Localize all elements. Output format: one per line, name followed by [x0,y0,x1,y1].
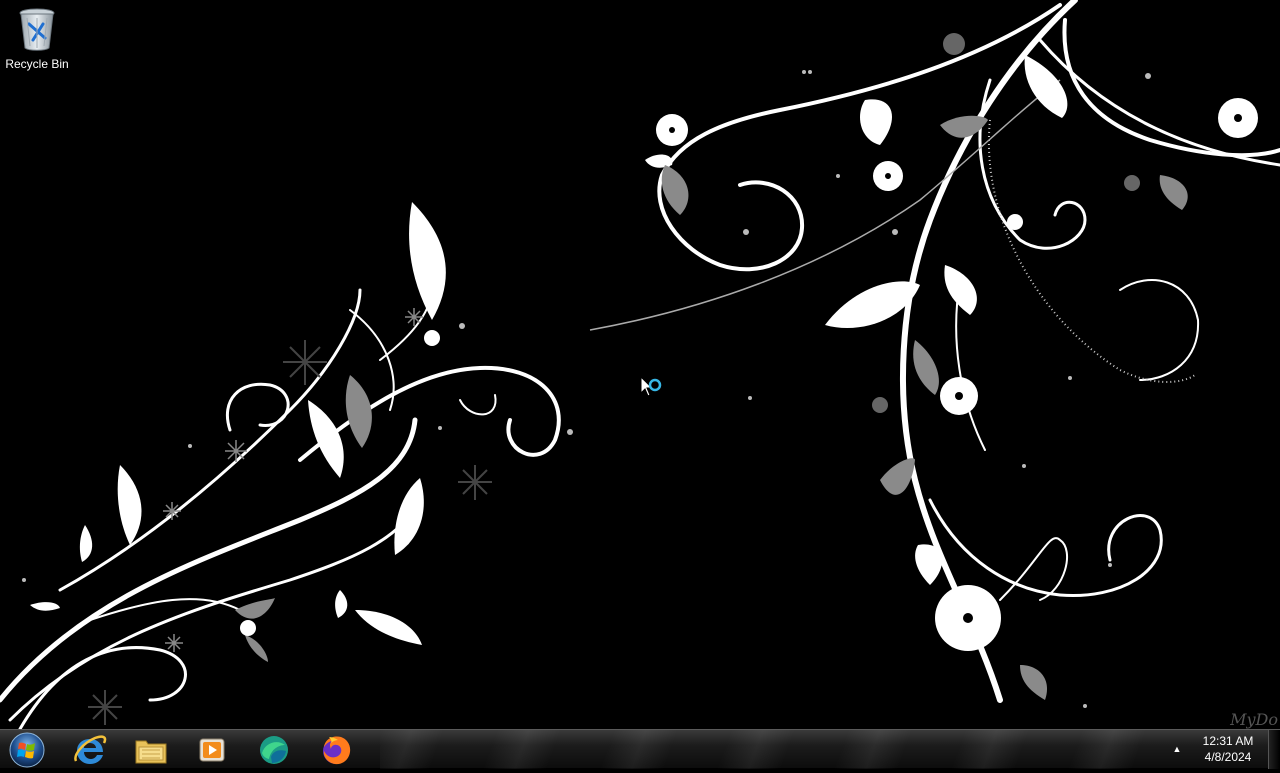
wallpaper-watermark: MyDo [1230,710,1278,729]
taskbar-texture [380,730,1160,769]
firefox-icon [323,735,351,764]
system-tray: ▲ 12:31 AM 4/8/2024 [1170,730,1280,769]
taskbar-pin-media-player[interactable] [186,731,238,768]
desktop-icon-recycle-bin[interactable]: Recycle Bin [2,4,72,76]
browser-icon [260,735,288,764]
taskbar-pin-windows-explorer[interactable] [125,731,177,768]
taskbar-pin-firefox[interactable] [310,731,362,768]
show-hidden-icons-icon[interactable]: ▲ [1172,744,1182,754]
clock-time: 12:31 AM [1202,734,1254,748]
taskbar: ▲ 12:31 AM 4/8/2024 [0,729,1280,769]
recycle-bin-icon [2,6,72,55]
tray-clock[interactable]: 12:31 AM 4/8/2024 [1190,733,1266,765]
clock-date: 4/8/2024 [1204,750,1252,764]
windows-start-icon [9,732,45,768]
desktop[interactable]: Recycle Bin MyDo [0,0,1280,729]
file-explorer-icon [135,740,167,763]
internet-explorer-icon [74,734,107,764]
media-player-icon [199,738,225,761]
wallpaper-floral [0,0,1280,729]
start-button[interactable] [6,731,48,768]
desktop-icon-label: Recycle Bin [5,57,69,71]
show-desktop-button[interactable] [1268,730,1280,769]
taskbar-pin-internet-explorer[interactable] [64,731,116,768]
busy-cursor-icon [640,375,666,411]
taskbar-pin-browser[interactable] [248,731,300,768]
